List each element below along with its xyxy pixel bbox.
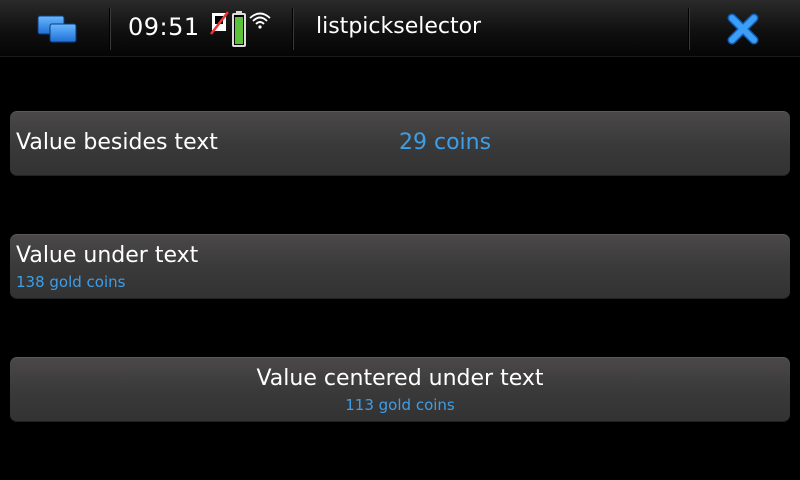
clock: 09:51: [128, 13, 200, 41]
no-sim-icon: [210, 11, 229, 35]
wifi-icon: [249, 12, 271, 29]
status-bar: 09:51 listpickselector: [0, 0, 800, 57]
picker-label: Value besides text: [16, 130, 218, 155]
close-icon: [727, 13, 759, 45]
battery-icon: [232, 11, 246, 47]
list-picker-value-under[interactable]: Value under text 138 gold coins: [10, 234, 790, 299]
status-indicators[interactable]: [210, 10, 276, 48]
task-switcher-button[interactable]: [34, 10, 80, 46]
picker-label: Value centered under text: [256, 366, 544, 391]
picker-value: 29 coins: [399, 130, 492, 155]
list-picker-value-besides[interactable]: Value besides text 29 coins: [10, 111, 790, 176]
task-switcher-icon: [37, 15, 77, 43]
status-separator: [688, 8, 690, 50]
app-title: listpickselector: [316, 14, 482, 39]
picker-value: 138 gold coins: [16, 273, 126, 291]
close-button[interactable]: [722, 10, 764, 48]
status-separator: [292, 8, 294, 50]
status-separator: [109, 8, 111, 50]
picker-value: 113 gold coins: [345, 396, 455, 414]
picker-label: Value under text: [16, 243, 199, 268]
list-picker-value-centered-under[interactable]: Value centered under text 113 gold coins: [10, 357, 790, 422]
